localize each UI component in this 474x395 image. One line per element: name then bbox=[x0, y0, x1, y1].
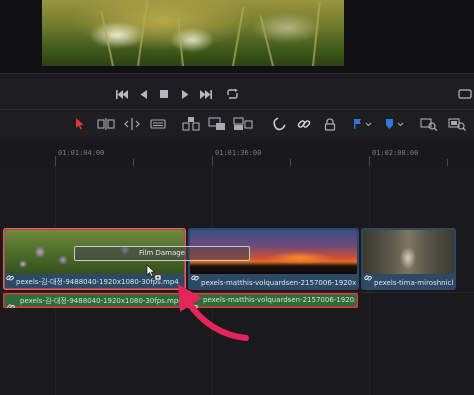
ruler-timecode: 01:01:36:00 bbox=[215, 149, 262, 157]
position-lock-icon[interactable] bbox=[319, 114, 341, 134]
insert-clip-icon[interactable] bbox=[180, 114, 202, 134]
viewer-frame bbox=[42, 0, 344, 67]
play-icon[interactable] bbox=[175, 84, 195, 104]
ruler-tick bbox=[290, 159, 291, 166]
drag-cursor-icon bbox=[146, 264, 164, 286]
annotation-arrow-icon bbox=[166, 280, 252, 348]
blade-icon[interactable] bbox=[147, 114, 169, 134]
overwrite-clip-icon[interactable] bbox=[206, 114, 228, 134]
first-frame-icon[interactable] bbox=[112, 84, 132, 104]
clip-name: pexels-tima-miroshnichenko-5319080.mp4 bbox=[374, 279, 453, 287]
link-icon bbox=[6, 267, 14, 286]
dynamic-trim-icon[interactable] bbox=[121, 114, 143, 134]
ruler-tick bbox=[133, 159, 134, 166]
last-frame-icon[interactable] bbox=[196, 84, 216, 104]
ruler-timecode: 01:02:08:00 bbox=[372, 149, 419, 157]
ruler-tick bbox=[55, 156, 56, 166]
ruler-tick bbox=[447, 159, 448, 166]
flag-icon[interactable] bbox=[348, 114, 376, 134]
marker-icon[interactable] bbox=[380, 114, 408, 134]
link-icon bbox=[7, 296, 15, 308]
clip-name: pexels-김-대정-9488040-1920x1080-30fps.mp4 bbox=[20, 297, 183, 305]
viewer-divider bbox=[0, 73, 474, 74]
stop-icon[interactable] bbox=[154, 84, 174, 104]
linked-selection-icon[interactable] bbox=[293, 114, 315, 134]
ruler-tick bbox=[369, 156, 370, 166]
trim-edit-icon[interactable] bbox=[95, 114, 117, 134]
loop-icon[interactable] bbox=[222, 84, 242, 104]
replace-clip-icon[interactable] bbox=[232, 114, 254, 134]
snapping-icon[interactable] bbox=[268, 114, 290, 134]
fullscreen-icon[interactable] bbox=[456, 84, 474, 104]
detail-zoom-icon[interactable] bbox=[446, 114, 468, 134]
selection-tool-icon[interactable] bbox=[69, 114, 91, 134]
link-icon bbox=[364, 267, 372, 286]
ruler-tick bbox=[212, 156, 213, 166]
video-clip[interactable]: pexels-tima-miroshnichenko-5319080.mp4 bbox=[361, 228, 456, 290]
play-reverse-icon[interactable] bbox=[134, 84, 154, 104]
effect-drop-preview: Film Damage bbox=[74, 246, 250, 261]
clip-thumbnail bbox=[363, 230, 454, 274]
zoom-icon[interactable] bbox=[418, 114, 440, 134]
ruler-timecode: 01:01:04:00 bbox=[58, 149, 105, 157]
audio-clip[interactable]: pexels-김-대정-9488040-1920x1080-30fps.mp4 bbox=[3, 293, 186, 308]
